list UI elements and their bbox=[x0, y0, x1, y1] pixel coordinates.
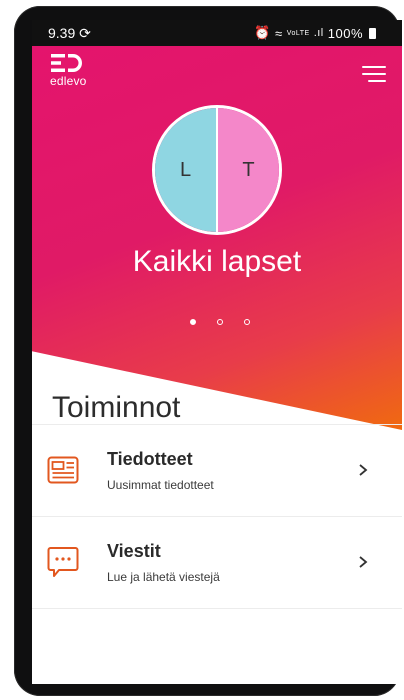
list-item-subtitle: Lue ja lähetä viestejä bbox=[107, 570, 220, 584]
section-title: Toiminnot bbox=[52, 391, 181, 424]
list-item-title: Tiedotteet bbox=[107, 449, 193, 469]
edlevo-logo-icon bbox=[51, 54, 82, 72]
battery-percent: 100% bbox=[327, 25, 363, 41]
status-bar: 9.39 ⟳ ⏰ ≈ VoLTE .ıl 100% bbox=[32, 20, 402, 46]
newspaper-icon bbox=[47, 456, 79, 484]
message-bubble-icon bbox=[47, 547, 79, 577]
page-dot[interactable] bbox=[217, 319, 223, 325]
status-indicators: ⏰ ≈ VoLTE .ıl 100% bbox=[254, 25, 376, 41]
list-item-subtitle: Uusimmat tiedotteet bbox=[107, 478, 214, 492]
wifi-icon: ≈ bbox=[275, 25, 283, 41]
chevron-right-icon bbox=[359, 464, 368, 476]
page-indicator bbox=[190, 319, 250, 325]
app-screen: 9.39 ⟳ ⏰ ≈ VoLTE .ıl 100% edlevo L T Kai… bbox=[32, 20, 402, 684]
page-dot[interactable] bbox=[244, 319, 250, 325]
actions-list: Tiedotteet Uusimmat tiedotteet Viestit L… bbox=[32, 424, 402, 609]
chevron-right-icon bbox=[359, 556, 368, 568]
children-avatar[interactable]: L T bbox=[152, 105, 282, 235]
hamburger-menu-icon[interactable] bbox=[362, 66, 386, 84]
sync-icon: ⟳ bbox=[79, 25, 91, 41]
logo-text: edlevo bbox=[50, 74, 87, 88]
signal-icon: .ıl bbox=[313, 27, 324, 39]
battery-icon bbox=[369, 27, 376, 39]
list-item-title: Viestit bbox=[107, 541, 161, 561]
list-item-tiedotteet[interactable]: Tiedotteet Uusimmat tiedotteet bbox=[32, 424, 402, 516]
hero-banner bbox=[32, 46, 402, 430]
list-item-viestit[interactable]: Viestit Lue ja lähetä viestejä bbox=[32, 516, 402, 609]
profile-title: Kaikki lapset bbox=[132, 245, 302, 278]
volte-label: VoLTE bbox=[286, 29, 310, 37]
alarm-icon: ⏰ bbox=[254, 25, 272, 40]
status-time: 9.39 ⟳ bbox=[48, 25, 91, 42]
page-dot-active[interactable] bbox=[190, 319, 196, 325]
edlevo-logo: edlevo bbox=[50, 53, 87, 88]
clock-text: 9.39 bbox=[48, 25, 76, 41]
